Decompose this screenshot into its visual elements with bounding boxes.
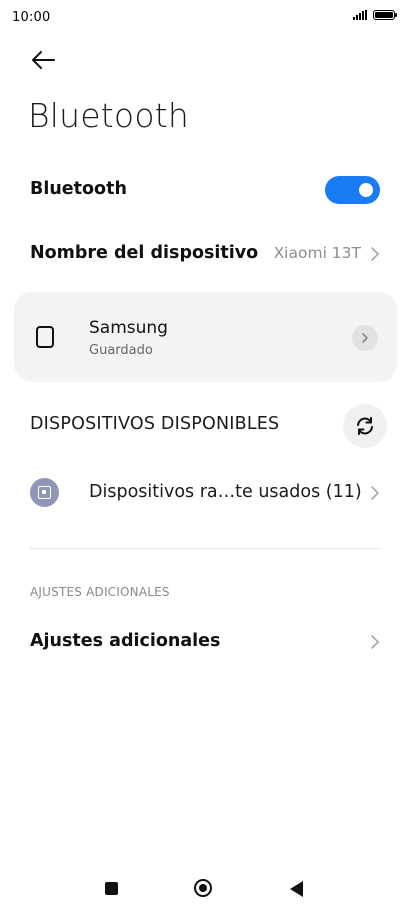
device-name-value: Xiaomi 13T (273, 244, 361, 262)
device-name-label: Nombre del dispositivo (30, 243, 259, 263)
paired-device-card[interactable]: Samsung Guardado (14, 292, 397, 382)
additional-settings-section-title: AJUSTES ADICIONALES (30, 585, 170, 599)
device-details-button[interactable] (352, 325, 378, 351)
divider (30, 548, 381, 549)
phone-icon (36, 326, 54, 348)
chevron-right-icon (371, 635, 379, 649)
back-icon[interactable] (290, 881, 303, 897)
device-name-row[interactable]: Nombre del dispositivo Xiaomi 13T (0, 236, 411, 272)
chevron-right-icon (371, 247, 379, 261)
battery-icon (373, 10, 397, 20)
paired-device-status: Guardado (89, 343, 153, 358)
chevron-right-icon (371, 486, 379, 500)
recent-devices-row[interactable]: Dispositivos ra…te usados (11) (0, 472, 411, 514)
chevron-right-icon (362, 333, 368, 343)
home-icon[interactable] (194, 879, 212, 897)
back-button[interactable] (30, 48, 56, 72)
signal-icon (353, 10, 367, 20)
toggle-knob (359, 183, 373, 197)
navigation-bar (0, 870, 411, 910)
back-arrow-icon (32, 51, 55, 69)
refresh-icon (357, 417, 373, 435)
recents-icon[interactable] (105, 882, 118, 895)
additional-settings-label: Ajustes adicionales (30, 631, 221, 651)
device-icon (30, 478, 59, 507)
recent-devices-label: Dispositivos ra…te usados (11) (89, 482, 362, 502)
additional-settings-row[interactable]: Ajustes adicionales (0, 624, 411, 660)
paired-device-name: Samsung (89, 318, 168, 338)
bluetooth-toggle-row[interactable]: Bluetooth (0, 172, 411, 208)
refresh-button[interactable] (343, 404, 387, 448)
bluetooth-toggle-switch[interactable] (325, 176, 380, 204)
status-icons (353, 10, 397, 20)
page-title: Bluetooth (28, 96, 189, 135)
status-time: 10:00 (12, 10, 51, 25)
bluetooth-toggle-label: Bluetooth (30, 179, 127, 199)
status-bar: 10:00 (0, 0, 411, 36)
available-devices-title: DISPOSITIVOS DISPONIBLES (30, 414, 280, 434)
